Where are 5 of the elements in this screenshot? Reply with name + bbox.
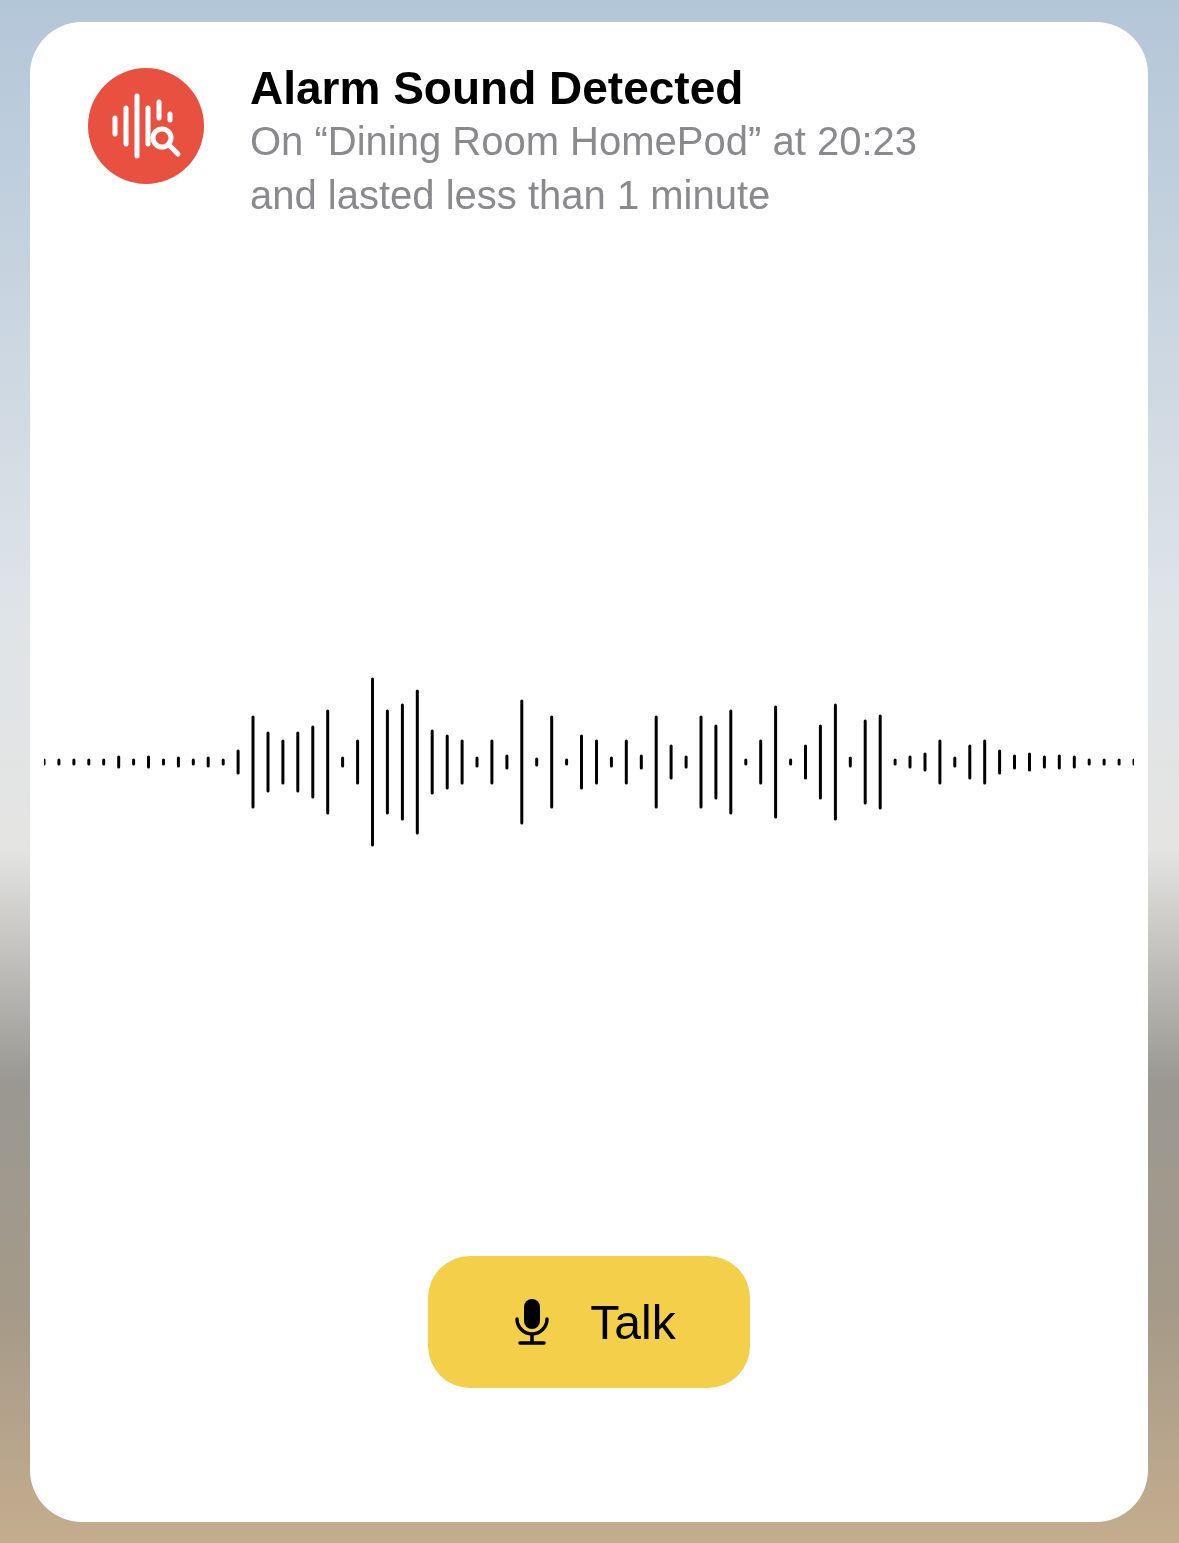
sound-recognition-icon — [88, 68, 204, 184]
notification-detail: and lasted less than 1 minute — [250, 172, 772, 219]
notification-detail: On “Dining Room HomePod” at 20:23 — [250, 118, 917, 165]
notification-title: Alarm Sound Detected — [250, 62, 745, 114]
talk-button[interactable]: Talk — [428, 1256, 750, 1388]
